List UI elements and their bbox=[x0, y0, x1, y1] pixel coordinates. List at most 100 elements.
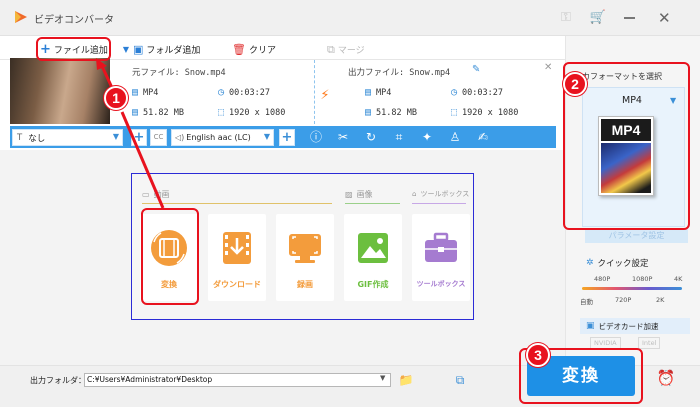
quality-slider[interactable] bbox=[582, 287, 682, 290]
file-size-icon: ▤ bbox=[365, 107, 372, 118]
add-folder-button[interactable]: ▣ フォルダ追加 bbox=[133, 40, 200, 58]
toolbox-card-label: ツールボックス bbox=[416, 280, 466, 288]
intel-logo: Intel bbox=[638, 337, 661, 349]
image-section-icon: ▨ bbox=[345, 190, 353, 199]
output-file-label: 出力ファイル: Snow.mp4 bbox=[348, 68, 451, 78]
highlight-convert-card bbox=[141, 208, 199, 305]
quality-2k[interactable]: 2K bbox=[656, 296, 664, 304]
edit-pencil-icon[interactable]: ✎ bbox=[472, 64, 480, 75]
minimize-button[interactable] bbox=[624, 17, 635, 19]
output-folder-label: 出力フォルダ： bbox=[30, 376, 86, 385]
quick-settings-title: ✲ クイック設定 bbox=[586, 258, 649, 269]
video-file-icon: ▤ bbox=[132, 87, 139, 98]
video-section-line bbox=[142, 203, 332, 204]
download-card-label: ダウンロード bbox=[213, 280, 261, 289]
picture-icon bbox=[358, 233, 388, 263]
quality-4k[interactable]: 4K bbox=[674, 275, 682, 283]
toolbox-section-icon: ⌂ bbox=[412, 190, 417, 198]
quality-480p[interactable]: 480P bbox=[594, 275, 610, 283]
toolbox-card[interactable]: ツールボックス bbox=[412, 214, 470, 301]
chevron-down-icon[interactable]: ▼ bbox=[380, 374, 385, 382]
gear-icon: ✲ bbox=[586, 258, 594, 268]
output-size: ▤ 51.82 MB bbox=[365, 107, 417, 118]
cc-icon[interactable]: CC bbox=[150, 129, 167, 146]
clear-label: クリア bbox=[248, 45, 276, 56]
merge-button[interactable]: ⧉ マージ bbox=[327, 40, 365, 58]
clear-button[interactable]: 🗑 クリア bbox=[232, 40, 276, 58]
image-section-label: ▨ 画像 bbox=[345, 190, 373, 199]
output-folder-input[interactable]: C:¥Users¥Administrator¥Desktop bbox=[84, 373, 391, 387]
divider bbox=[314, 60, 315, 124]
remove-file-icon[interactable]: ✕ bbox=[544, 62, 552, 73]
highlight-add-file bbox=[36, 37, 111, 61]
video-thumbnail[interactable] bbox=[10, 58, 110, 124]
subtitle-select[interactable]: T なし ▼ bbox=[12, 129, 123, 146]
gif-maker-card[interactable]: GIF作成 bbox=[344, 214, 402, 301]
lightning-icon: ⚡ bbox=[320, 88, 330, 103]
close-window-button[interactable]: ✕ bbox=[658, 8, 671, 28]
add-audio-button[interactable]: + bbox=[279, 129, 295, 146]
output-format: ▤ MP4 bbox=[365, 87, 392, 98]
video-section-label: ▭ 動画 bbox=[142, 190, 170, 199]
step-badge-3: 3 bbox=[526, 343, 550, 367]
source-duration: ◷ 00:03:27 bbox=[218, 87, 270, 98]
record-card[interactable]: 録画 bbox=[276, 214, 334, 301]
step-badge-2: 2 bbox=[563, 72, 587, 96]
toolbox-section-line bbox=[412, 203, 466, 204]
gif-maker-card-label: GIF作成 bbox=[357, 280, 389, 289]
video-section-icon: ▭ bbox=[142, 190, 150, 199]
folder-plus-icon: ▣ bbox=[133, 42, 144, 56]
alarm-clock-icon[interactable]: ⏰ bbox=[656, 368, 676, 388]
toolbox-section-label: ⌂ ツールボックス bbox=[412, 190, 470, 198]
effects-wand-icon[interactable]: ✦ bbox=[418, 128, 436, 146]
toolbox-icon bbox=[425, 232, 457, 262]
key-icon[interactable]: ⚿ bbox=[556, 8, 576, 28]
add-subtitle-button[interactable]: + bbox=[131, 129, 147, 146]
file-size-icon: ▤ bbox=[132, 107, 139, 118]
source-file-label: 元ファイル: Snow.mp4 bbox=[132, 68, 226, 78]
resolution-icon: ⬚ bbox=[451, 107, 458, 118]
app-title: ビデオコンバータ bbox=[34, 15, 114, 26]
clock-icon: ◷ bbox=[218, 87, 225, 98]
resolution-icon: ⬚ bbox=[218, 107, 225, 118]
merge-icon: ⧉ bbox=[327, 42, 335, 56]
info-icon[interactable]: ⓘ bbox=[307, 128, 325, 146]
source-size: ▤ 51.82 MB bbox=[132, 107, 184, 118]
app-logo-icon bbox=[15, 11, 27, 23]
open-folder-icon[interactable]: 📁 bbox=[398, 372, 414, 388]
quality-auto[interactable]: 自動 bbox=[580, 296, 593, 306]
browse-folder-icon[interactable]: ⧉ bbox=[452, 372, 468, 388]
video-file-icon: ▤ bbox=[365, 87, 372, 98]
quality-1080p[interactable]: 1080P bbox=[632, 275, 652, 283]
source-resolution: ⬚ 1920 x 1080 bbox=[218, 107, 286, 118]
output-resolution: ⬚ 1920 x 1080 bbox=[451, 107, 519, 118]
merge-label: マージ bbox=[337, 45, 365, 56]
cart-icon[interactable]: 🛒 bbox=[588, 8, 608, 28]
gpu-acceleration-label: ビデオカード加速 bbox=[598, 321, 659, 331]
image-section-line bbox=[345, 203, 400, 204]
gpu-acceleration-toggle[interactable]: ▣ ビデオカード加速 bbox=[580, 318, 690, 334]
subtitle-value: なし bbox=[28, 133, 46, 144]
source-format: ▤ MP4 bbox=[132, 87, 159, 98]
watermark-icon[interactable]: ♙ bbox=[446, 128, 464, 146]
audio-track-select[interactable]: ◁) English aac (LC) ▼ bbox=[171, 129, 274, 146]
chevron-down-icon[interactable]: ▼ bbox=[123, 45, 129, 54]
crop-icon[interactable]: ⌗ bbox=[390, 128, 408, 146]
parameter-settings-button[interactable]: パラメータ設定 bbox=[585, 228, 688, 243]
record-card-label: 録画 bbox=[297, 280, 313, 289]
add-folder-label: フォルダ追加 bbox=[146, 45, 201, 56]
quality-720p[interactable]: 720P bbox=[615, 296, 631, 304]
trash-icon: 🗑 bbox=[232, 42, 246, 56]
download-card[interactable]: ダウンロード bbox=[208, 214, 266, 301]
screen-record-icon bbox=[289, 234, 321, 263]
chevron-down-icon: ▼ bbox=[112, 132, 119, 141]
speaker-icon: ◁) bbox=[175, 133, 185, 142]
chevron-down-icon: ▼ bbox=[263, 132, 270, 141]
scissors-icon[interactable]: ✂ bbox=[334, 128, 352, 146]
audio-track-value: English aac (LC) bbox=[186, 133, 251, 142]
rotate-icon[interactable]: ↻ bbox=[362, 128, 380, 146]
checkbox-icon: ▣ bbox=[586, 321, 595, 331]
output-duration: ◷ 00:03:27 bbox=[451, 87, 503, 98]
download-icon bbox=[223, 232, 251, 264]
subtitle-edit-icon[interactable]: ✍ bbox=[474, 128, 492, 146]
